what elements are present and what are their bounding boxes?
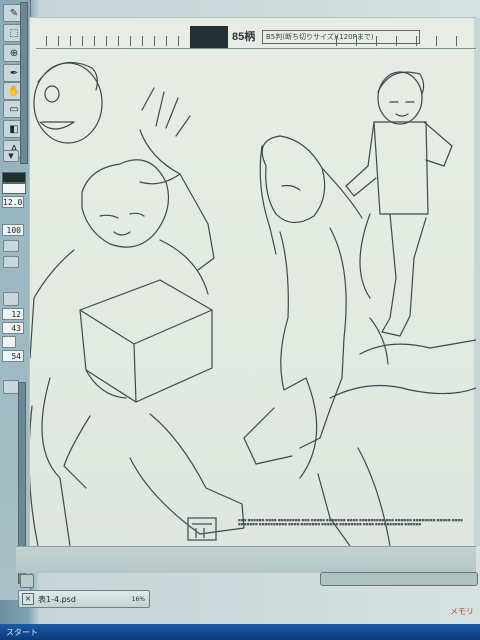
document-tab[interactable]: × 表1-4.psd 16% [18, 590, 150, 608]
color-swatch-sub[interactable] [2, 183, 26, 194]
slider-handle-icon[interactable] [3, 240, 19, 252]
os-taskbar [0, 624, 480, 640]
param-field-1[interactable]: 12 [2, 308, 24, 320]
layer-toggle-icon[interactable] [3, 292, 19, 306]
document-filename: 表1-4.psd [38, 594, 76, 604]
param-field-2[interactable]: 43 [2, 322, 24, 334]
slider-handle-icon[interactable] [3, 256, 19, 268]
color-swatch-main[interactable] [2, 172, 26, 183]
zoom-level: 16% [131, 595, 145, 603]
tool-scrollbar[interactable] [20, 2, 28, 164]
panel-button[interactable] [3, 380, 19, 394]
start-button[interactable]: スタート [6, 627, 38, 638]
scroll-left-button[interactable] [20, 574, 34, 588]
chevron-down-icon[interactable]: ▼ [3, 150, 19, 162]
horizontal-scroll-area [16, 546, 476, 573]
sketch-artwork [30, 61, 476, 546]
param-field-checkbox[interactable] [2, 336, 16, 348]
memory-indicator: メモリ [450, 607, 474, 616]
tool-palette: ✎ ⬚ ⊕ ✒ ✋ ▭ ◧ A ▼ 12.0 100 12 43 54 [0, 0, 31, 600]
param-field-3[interactable]: 54 [2, 350, 24, 362]
close-icon[interactable]: × [22, 593, 34, 605]
horizontal-scrollbar-thumb[interactable] [320, 572, 478, 586]
brush-size-field[interactable]: 12.0 [2, 196, 24, 208]
print-notes-block: ■■■ ■■■■■■ ■■■■ ■■■■■■■■ ■■■ ■■■■■ ■■■■■… [238, 518, 463, 526]
stamp-mark [187, 517, 217, 541]
app-window: ✎ ⬚ ⊕ ✒ ✋ ▭ ◧ A ▼ 12.0 100 12 43 54 85柄 … [0, 0, 480, 640]
opacity-field[interactable]: 100 [2, 224, 24, 236]
